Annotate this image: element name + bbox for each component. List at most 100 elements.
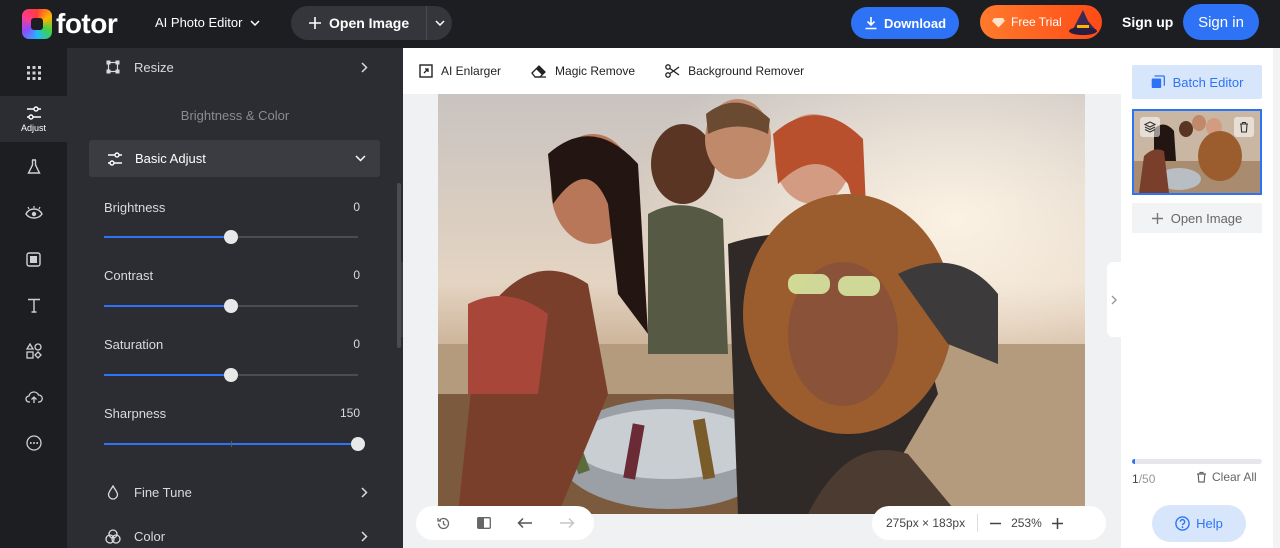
open-image-group: Open Image [291, 6, 452, 40]
shapes-icon [25, 343, 42, 359]
rail-adjust[interactable]: Adjust [0, 96, 67, 142]
basic-adjust-header[interactable]: Basic Adjust [89, 140, 380, 177]
layers-icon[interactable] [1140, 117, 1160, 137]
history-icon[interactable] [436, 516, 451, 531]
rail-uploads[interactable] [0, 374, 67, 420]
color-circles-icon [104, 528, 122, 544]
page-scrollbar[interactable] [1273, 48, 1280, 548]
fotor-editor: fotor AI Photo Editor Open Image Downloa… [0, 0, 1280, 548]
flask-icon [26, 159, 41, 174]
download-icon [865, 17, 877, 30]
magic-remove-tool[interactable]: Magic Remove [531, 64, 635, 78]
color-row[interactable]: Color [104, 518, 368, 548]
compare-icon[interactable] [477, 517, 491, 529]
resize-icon [104, 60, 122, 74]
plus-icon [309, 17, 321, 29]
stack-icon [1151, 75, 1165, 88]
batch-sidebar: Batch Editor Open Image 1/50 Clear All H… [1121, 48, 1280, 548]
contrast-slider[interactable] [104, 299, 358, 313]
image-dimensions: 275px × 183px [886, 516, 966, 530]
chevron-down-icon [355, 155, 366, 162]
plus-icon [1151, 212, 1163, 224]
witch-hat-icon [1069, 10, 1097, 35]
trash-icon[interactable] [1234, 117, 1254, 137]
download-label: Download [883, 15, 947, 31]
sharpness-slider[interactable] [104, 437, 365, 451]
brightness-slider[interactable] [104, 230, 358, 244]
image-thumbnail[interactable] [1132, 109, 1262, 195]
image-count-current: 1 [1132, 472, 1139, 486]
free-trial-label: Free Trial [1011, 15, 1062, 29]
color-label: Color [134, 528, 166, 544]
top-bar: fotor AI Photo Editor Open Image Downloa… [0, 0, 1280, 48]
rail-elements[interactable] [0, 328, 67, 374]
download-button[interactable]: Download [851, 7, 959, 39]
sliders-icon [26, 105, 41, 120]
slider-handle[interactable] [351, 437, 365, 451]
sidebar-open-image-button[interactable]: Open Image [1132, 203, 1262, 233]
fotor-logo[interactable]: fotor [22, 8, 118, 40]
zoom-in-button[interactable] [1051, 517, 1063, 529]
sliders-icon [108, 151, 122, 166]
minus-icon [990, 522, 1002, 524]
help-button[interactable]: Help [1152, 505, 1246, 542]
slider-handle[interactable] [224, 299, 238, 313]
upload-progress-fill [1132, 459, 1135, 464]
rail-beauty[interactable] [0, 190, 67, 236]
image-count: 1/50 [1132, 472, 1155, 486]
tool-rail: Adjust [0, 48, 67, 548]
open-image-button[interactable]: Open Image [291, 6, 426, 40]
slider-handle[interactable] [224, 230, 238, 244]
app-switcher[interactable]: AI Photo Editor [155, 15, 260, 30]
upload-progress [1132, 459, 1262, 464]
slider-fill [104, 305, 231, 307]
zoom-toolbar: 275px × 183px 253% [872, 506, 1106, 540]
open-image-dropdown[interactable] [426, 6, 452, 40]
background-remover-tool[interactable]: Background Remover [665, 64, 804, 78]
clear-all-button[interactable]: Clear All [1196, 470, 1257, 484]
batch-editor-button[interactable]: Batch Editor [1132, 65, 1262, 99]
rail-effects[interactable] [0, 144, 67, 190]
plus-icon [1051, 517, 1063, 529]
toolbar-divider [977, 514, 979, 532]
undo-icon[interactable] [517, 517, 533, 529]
background-remover-label: Background Remover [688, 64, 805, 78]
slider-fill [104, 236, 231, 238]
slider-label: Sharpness [104, 406, 167, 421]
rail-more[interactable] [0, 420, 67, 466]
zoom-level[interactable]: 253% [1011, 516, 1042, 530]
resize-row[interactable]: Resize [104, 49, 368, 85]
quick-tools: AI Enlarger Magic Remove Background Remo… [403, 48, 1121, 94]
rail-templates[interactable] [0, 50, 67, 96]
sidebar-open-image-label: Open Image [1170, 210, 1243, 226]
slider-handle[interactable] [224, 368, 238, 382]
slider-fill [104, 374, 231, 376]
free-trial-button[interactable]: Free Trial [980, 5, 1102, 39]
sign-up-link[interactable]: Sign up [1122, 14, 1173, 30]
canvas-area: AI Enlarger Magic Remove Background Remo… [403, 48, 1121, 548]
chevron-right-icon [1111, 295, 1117, 304]
sign-in-button[interactable]: Sign in [1183, 4, 1259, 40]
fine-tune-row[interactable]: Fine Tune [104, 474, 368, 510]
beach-group-photo [438, 94, 1085, 514]
chevron-right-icon [361, 486, 368, 498]
slider-value: 0 [353, 200, 360, 214]
chevron-down-icon [434, 20, 445, 26]
chevron-right-icon [361, 530, 368, 542]
section-title: Brightness & Color [180, 108, 290, 123]
zoom-out-button[interactable] [990, 518, 1002, 529]
rail-text[interactable] [0, 282, 67, 328]
ai-enlarger-tool[interactable]: AI Enlarger [419, 64, 501, 78]
question-icon [1175, 516, 1190, 531]
rail-frames[interactable] [0, 236, 67, 282]
redo-icon[interactable] [559, 517, 575, 529]
slider-center-tick [231, 441, 232, 447]
saturation-slider[interactable] [104, 368, 358, 382]
scissors-icon [665, 64, 680, 78]
expand-sidebar-handle[interactable] [1107, 262, 1121, 337]
image-count-total: /50 [1138, 472, 1156, 486]
logo-text: fotor [56, 8, 118, 39]
photo-canvas[interactable] [438, 94, 1085, 514]
slider-value: 0 [353, 268, 360, 282]
fine-tune-label: Fine Tune [134, 484, 192, 500]
